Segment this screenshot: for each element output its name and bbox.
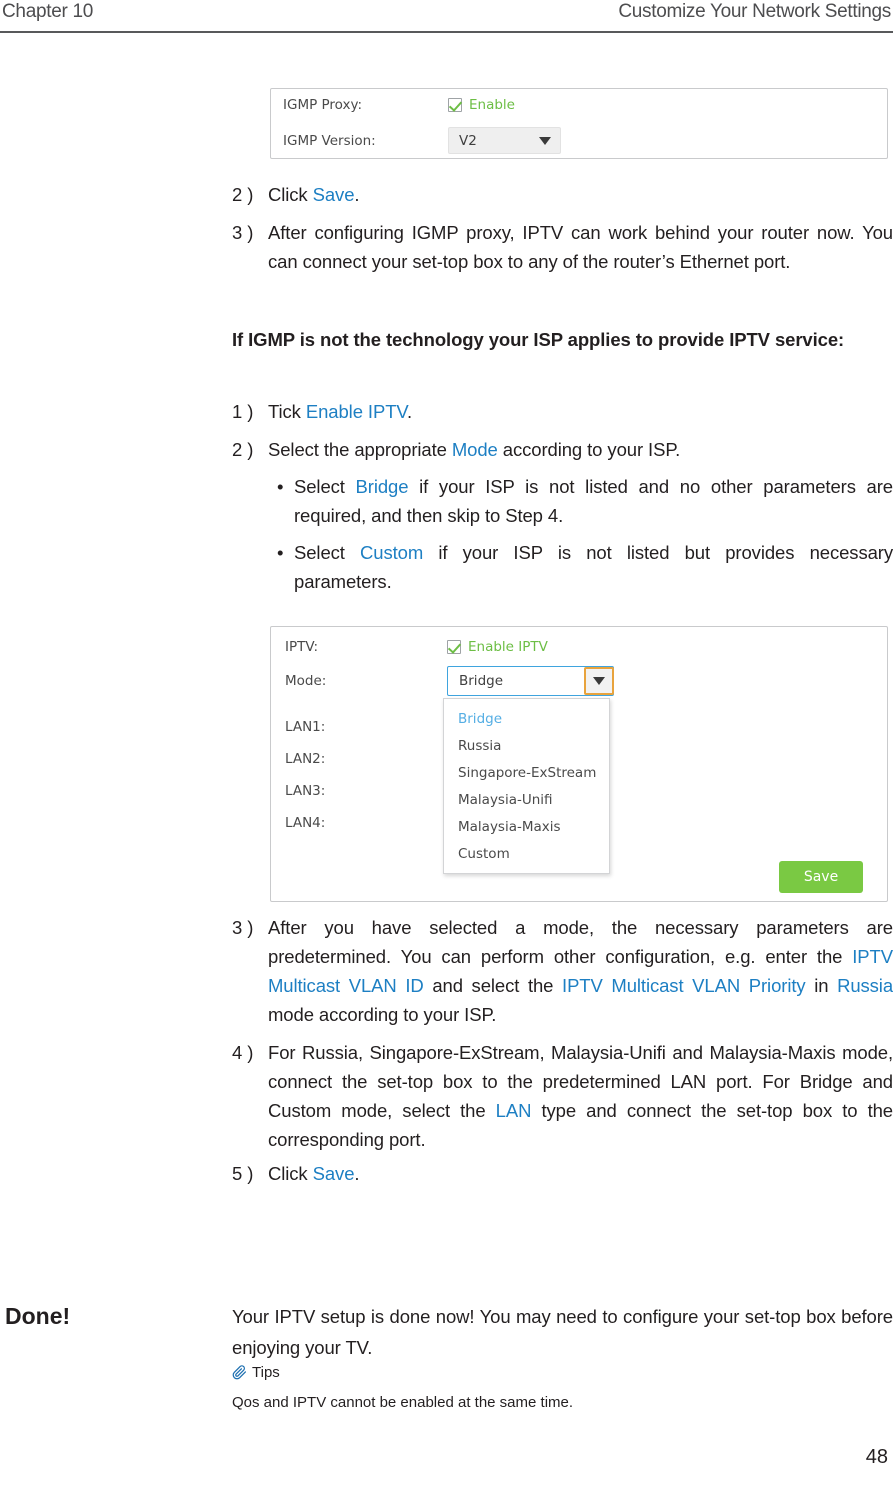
custom-link[interactable]: Custom [360,542,423,563]
lan-link[interactable]: LAN [496,1100,532,1121]
checkbox-icon[interactable] [448,98,462,112]
step-text: Click Save. [268,1163,360,1184]
step-1-tick-enable-iptv: 1 ) Tick Enable IPTV. [232,397,893,426]
tips-label: Tips [252,1364,280,1381]
lan4-label: LAN4: [285,815,326,831]
step-number: 1 ) [232,401,254,422]
step-text: After configuring IGMP proxy, IPTV can w… [268,222,893,272]
iptv-enable-checkbox[interactable]: Enable IPTV [447,639,548,655]
bullet-text: Select Custom if your ISP is not listed … [294,542,893,592]
step-number: 3 ) [232,222,254,243]
bullet-select-bridge: • Select Bridge if your ISP is not liste… [232,472,893,530]
bold-note-block: If IGMP is not the technology your ISP a… [232,325,893,354]
enable-iptv-link[interactable]: Enable IPTV [306,401,407,422]
step-number: 5 ) [232,1163,254,1184]
mode-option-custom[interactable]: Custom [444,840,609,867]
header-section: Customize Your Network Settings [618,1,891,22]
save-link[interactable]: Save [313,1163,355,1184]
lan2-label: LAN2: [285,751,326,767]
mode-option-malaysia-unifi[interactable]: Malaysia-Unifi [444,786,609,813]
igmp-proxy-enable-label: Enable [469,97,515,113]
igmp-version-row: IGMP Version: V2 [283,127,561,154]
bullet-text: Select Bridge if your ISP is not listed … [294,476,893,526]
igmp-version-select[interactable]: V2 [448,127,561,154]
bullet-select-custom: • Select Custom if your ISP is not liste… [232,538,893,596]
igmp-proxy-row: IGMP Proxy: Enable [283,97,515,113]
step-text: For Russia, Singapore-ExStream, Malaysia… [268,1042,893,1150]
bullet-icon: • [277,542,284,563]
step-4-lan-port: 4 ) For Russia, Singapore-ExStream, Mala… [232,1038,893,1154]
paperclip-icon [232,1365,247,1380]
save-button[interactable]: Save [779,861,863,893]
igmp-proxy-enable-checkbox[interactable]: Enable [448,97,515,113]
step-2-select-mode: 2 ) Select the appropriate Mode accordin… [232,435,893,464]
save-link[interactable]: Save [313,184,355,205]
manual-page: Chapter 10 Customize Your Network Settin… [0,0,893,1485]
russia-link[interactable]: Russia [837,975,893,996]
mode-select-arrow-button[interactable] [584,667,614,695]
step-number: 2 ) [232,439,254,460]
igmp-proxy-label: IGMP Proxy: [283,97,363,113]
step-3-igmp-result: 3 ) After configuring IGMP proxy, IPTV c… [232,218,893,276]
igmp-settings-panel: IGMP Proxy: Enable IGMP Version: V2 [270,88,888,159]
tips-note: Qos and IPTV cannot be enabled at the sa… [232,1394,574,1411]
iptv-enable-row: IPTV: Enable IPTV [285,639,548,655]
checkbox-icon[interactable] [447,640,461,654]
step-text: After you have selected a mode, the nece… [268,917,893,1025]
chevron-down-icon [593,677,605,685]
lan1-label: LAN1: [285,719,326,735]
mode-select[interactable]: Bridge [447,666,614,696]
igmp-version-label: IGMP Version: [283,132,376,149]
tips-row: Tips [232,1364,280,1381]
steps-mid-block: 1 ) Tick Enable IPTV. 2 ) Select the app… [232,397,893,596]
iptv-mode-row: Mode: Bridge [285,666,614,696]
mode-option-russia[interactable]: Russia [444,732,609,759]
step-text: Select the appropriate Mode according to… [268,439,681,460]
iptv-enable-label: Enable IPTV [468,639,548,655]
mode-option-singapore-exstream[interactable]: Singapore-ExStream [444,759,609,786]
mode-label: Mode: [285,673,327,689]
step-2-click-save: 2 ) Click Save. [232,180,893,209]
steps-bottom-block: 3 ) After you have selected a mode, the … [232,913,893,1188]
header-chapter: Chapter 10 [2,1,94,22]
mode-selected-value: Bridge [459,673,504,689]
iptv-multicast-vlan-priority-link[interactable]: IPTV Multicast VLAN Priority [562,975,806,996]
step-5-click-save: 5 ) Click Save. [232,1159,893,1188]
step-number: 2 ) [232,184,254,205]
step-text: Click Save. [268,184,360,205]
bridge-link[interactable]: Bridge [356,476,409,497]
igmp-version-value: V2 [459,132,477,149]
iptv-label: IPTV: [285,639,319,655]
mode-option-bridge[interactable]: Bridge [444,705,609,732]
mode-link[interactable]: Mode [452,439,498,460]
step-text: Tick Enable IPTV. [268,401,412,422]
step-number: 3 ) [232,917,254,938]
lan3-label: LAN3: [285,783,326,799]
done-label: Done! [5,1303,71,1329]
page-number: 48 [865,1446,888,1468]
steps-top-block: 2 ) Click Save. 3 ) After configuring IG… [232,180,893,276]
iptv-settings-panel: IPTV: Enable IPTV Mode: Bridge LAN1: LAN… [270,626,888,902]
mode-option-malaysia-maxis[interactable]: Malaysia-Maxis [444,813,609,840]
done-description: Your IPTV setup is done now! You may nee… [232,1306,893,1358]
igmp-not-technology-note: If IGMP is not the technology your ISP a… [232,329,845,350]
header-divider [0,31,893,33]
step-number: 4 ) [232,1042,254,1063]
mode-dropdown-list[interactable]: Bridge Russia Singapore-ExStream Malaysi… [443,698,610,874]
bullet-icon: • [277,476,284,497]
chevron-down-icon [539,136,551,145]
step-3-parameters: 3 ) After you have selected a mode, the … [232,913,893,1029]
page-header: Chapter 10 Customize Your Network Settin… [0,0,893,32]
